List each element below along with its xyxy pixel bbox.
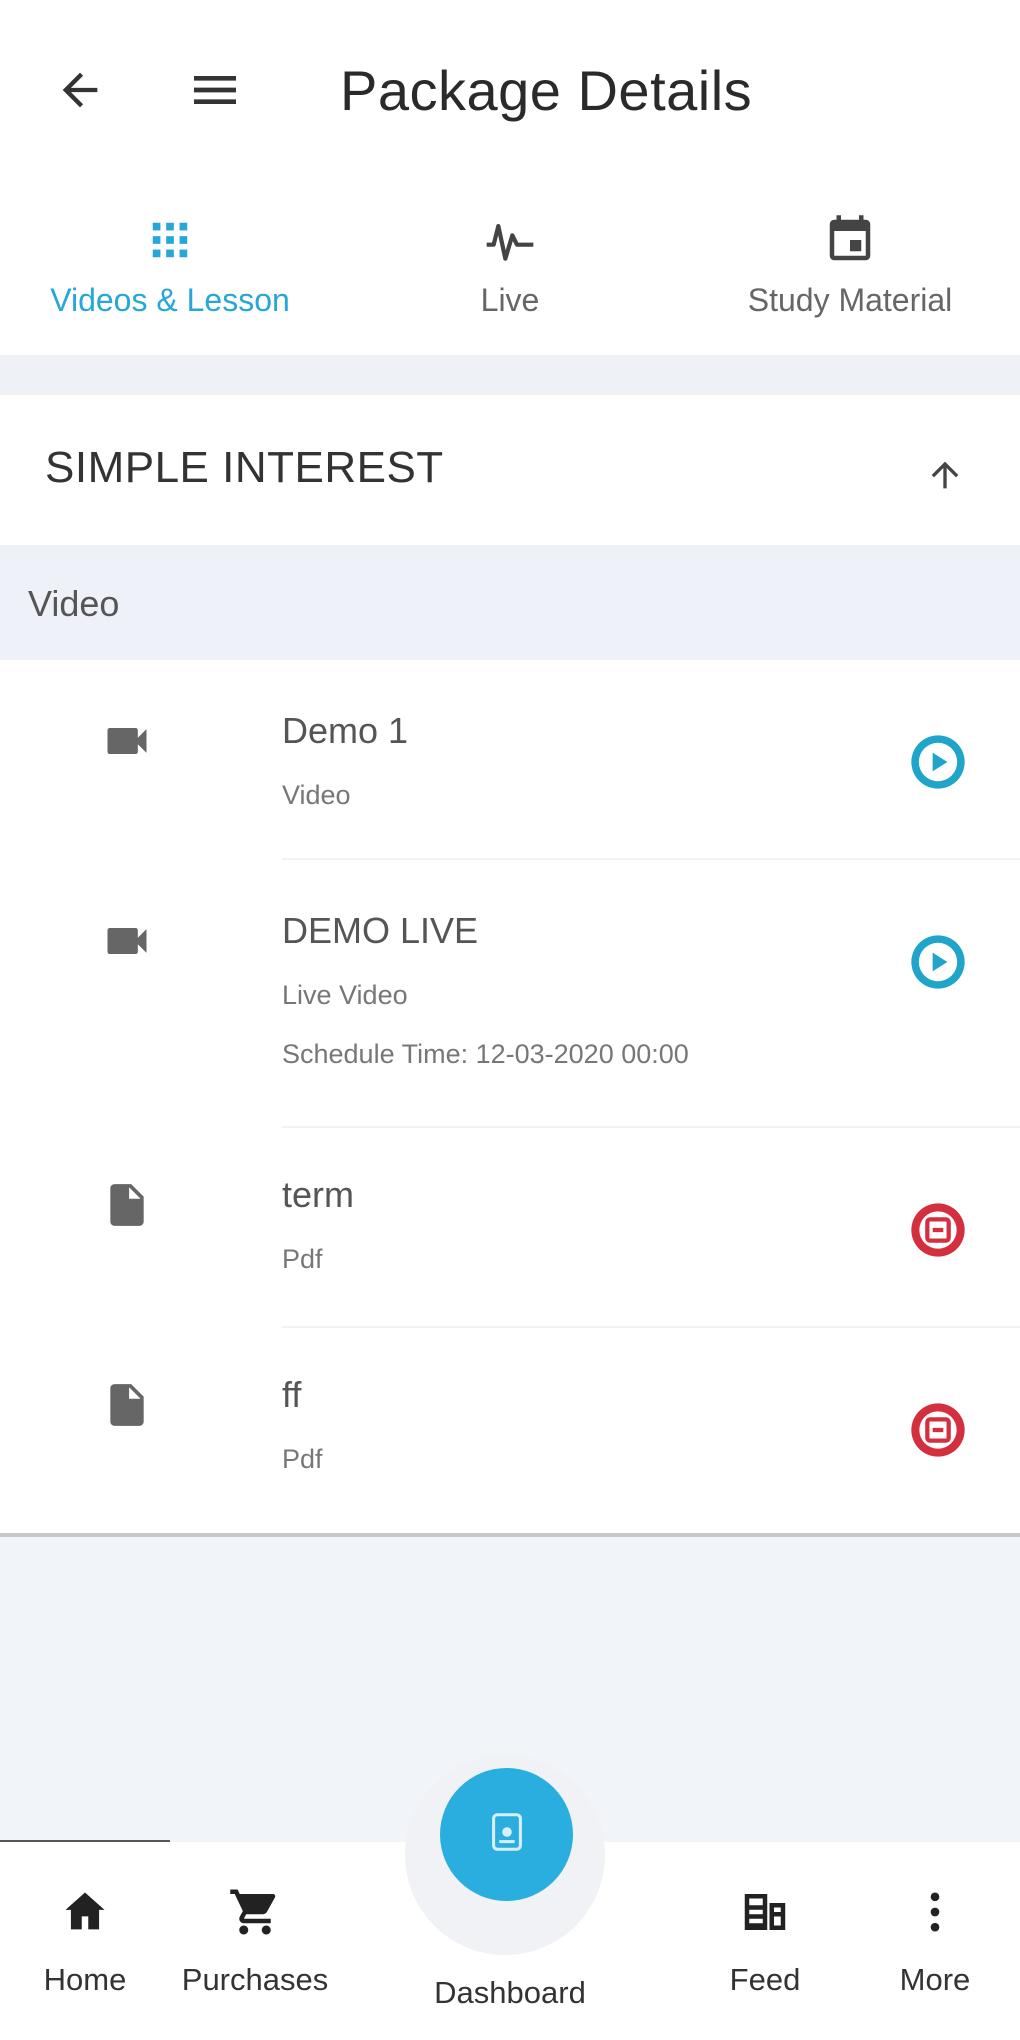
list-item[interactable]: term Pdf [0, 1128, 1020, 1328]
tab-label: Live [480, 282, 540, 318]
list-item[interactable]: ff Pdf [0, 1328, 1020, 1533]
item-schedule: Schedule Time: 12-03-2020 00:00 [282, 1039, 689, 1069]
nav-label: More [899, 1962, 971, 1997]
more-vertical-icon [909, 1882, 961, 1942]
arrow-up-icon[interactable] [920, 450, 970, 500]
dashboard-icon [484, 1809, 530, 1860]
section-header[interactable]: SIMPLE INTEREST [0, 395, 1020, 545]
category-row: Video [0, 545, 1020, 660]
section-title: SIMPLE INTEREST [45, 443, 444, 492]
list-item[interactable]: Demo 1 Video [0, 660, 1020, 860]
nav-feed[interactable]: Feed [700, 1842, 830, 2040]
item-type: Video [282, 780, 351, 810]
video-camera-icon [100, 914, 154, 968]
app-screen: Package Details Videos & Lesson Live Stu… [0, 0, 1020, 2040]
content-list: Demo 1 Video DEMO LIVE Live Video Schedu… [0, 660, 1020, 1535]
item-title: DEMO LIVE [282, 910, 479, 951]
item-title: term [282, 1174, 354, 1215]
item-type: Live Video [282, 980, 408, 1010]
item-type: Pdf [282, 1444, 323, 1474]
item-text: ff Pdf [282, 1374, 323, 1475]
nav-purchases[interactable]: Purchases [170, 1842, 340, 2040]
document-icon [100, 1378, 154, 1432]
list-item[interactable]: DEMO LIVE Live Video Schedule Time: 12-0… [0, 860, 1020, 1128]
calendar-icon [823, 210, 877, 270]
list-bottom-border [0, 1533, 1020, 1537]
cart-icon [228, 1882, 282, 1942]
nav-dashboard-label[interactable]: Dashboard [420, 1975, 600, 2011]
nav-label: Home [43, 1962, 127, 1997]
arrow-left-icon[interactable] [45, 55, 115, 125]
item-title: ff [282, 1374, 302, 1415]
tab-live[interactable]: Live [340, 180, 680, 355]
feed-icon [738, 1882, 792, 1942]
app-header: Package Details [0, 0, 1020, 180]
nav-label: Purchases [181, 1962, 329, 1997]
item-title: Demo 1 [282, 710, 409, 751]
item-text: Demo 1 Video [282, 710, 408, 811]
hamburger-menu-icon[interactable] [180, 55, 250, 125]
pdf-icon[interactable] [906, 1398, 970, 1462]
document-icon [100, 1178, 154, 1232]
pdf-icon[interactable] [906, 1198, 970, 1262]
nav-home[interactable]: Home [20, 1842, 150, 2040]
item-text: term Pdf [282, 1174, 354, 1275]
tabs-spacer [0, 355, 1020, 395]
pulse-icon [482, 210, 538, 270]
grid-icon [147, 210, 193, 270]
tab-bar: Videos & Lesson Live Study Material [0, 180, 1020, 355]
nav-more[interactable]: More [870, 1842, 1000, 2040]
item-type: Pdf [282, 1244, 323, 1274]
tab-label: Videos & Lesson [50, 282, 290, 318]
nav-label: Feed [729, 1962, 801, 1997]
category-label: Video [28, 583, 120, 624]
page-title: Package Details [340, 59, 753, 122]
tab-videos-lesson[interactable]: Videos & Lesson [0, 180, 340, 355]
tab-study-material[interactable]: Study Material [680, 180, 1020, 355]
play-icon[interactable] [906, 730, 970, 794]
dashboard-button[interactable] [440, 1768, 573, 1901]
home-icon [59, 1882, 111, 1942]
play-icon[interactable] [906, 930, 970, 994]
item-text: DEMO LIVE Live Video Schedule Time: 12-0… [282, 910, 689, 1070]
video-camera-icon [100, 714, 154, 768]
tab-label: Study Material [747, 282, 953, 318]
